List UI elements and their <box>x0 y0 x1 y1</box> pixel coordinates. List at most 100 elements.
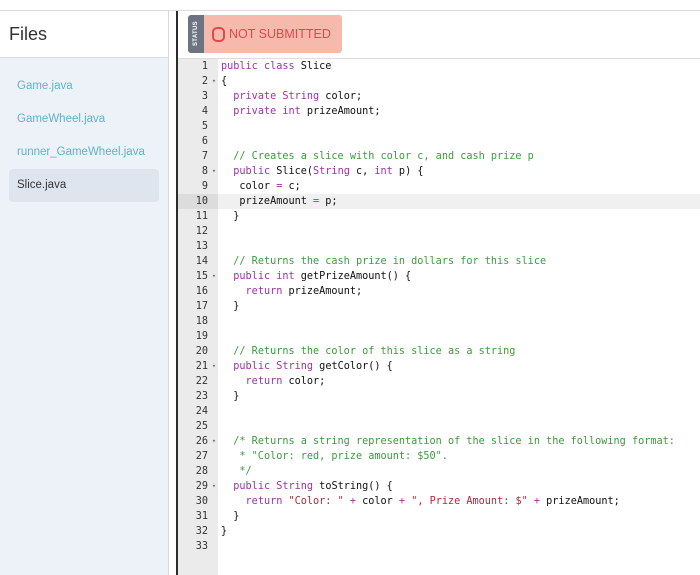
code-token: } <box>221 526 228 537</box>
code-line[interactable]: 18 <box>178 314 700 329</box>
code-token: * "Color: red, prize amount: $50". <box>239 451 448 462</box>
code-line[interactable]: 1 public class Slice <box>178 59 700 74</box>
code-token: int <box>374 166 393 177</box>
code-line[interactable]: 33 <box>178 539 700 554</box>
fold-arrow-icon[interactable]: ▾ <box>210 359 218 374</box>
code-line[interactable]: 30 return "Color: " + color + ", Prize A… <box>178 494 700 509</box>
status-value-container: NOT SUBMITTED <box>204 15 342 53</box>
code-token: color <box>355 496 399 507</box>
code-line[interactable]: 9 color = c; <box>178 179 700 194</box>
code-line[interactable]: 24 <box>178 404 700 419</box>
code-editor[interactable]: 1 public class Slice 2 ▾{3 private String c… <box>178 59 700 575</box>
code-token: public <box>233 361 271 372</box>
line-number: 12 <box>195 226 208 237</box>
code-line[interactable]: 28 */ <box>178 464 700 479</box>
code-token: String <box>276 361 314 372</box>
line-number: 16 <box>195 286 208 297</box>
code-line[interactable]: 5 <box>178 119 700 134</box>
fold-arrow-icon[interactable]: ▾ <box>210 164 218 179</box>
file-item[interactable]: runner_GameWheel.java <box>9 136 159 169</box>
code-token: class <box>263 61 295 72</box>
code-text: public String toString() { <box>221 479 393 494</box>
code-token: return <box>245 496 283 507</box>
code-text: public String getColor() { <box>221 359 393 374</box>
code-line[interactable]: 13 <box>178 239 700 254</box>
line-number: 13 <box>195 241 208 252</box>
fold-arrow-icon[interactable]: ▾ <box>210 269 218 284</box>
code-line[interactable]: 27 * "Color: red, prize amount: $50". <box>178 449 700 464</box>
code-line[interactable]: 31 } <box>178 509 700 524</box>
fold-arrow-icon[interactable]: ▾ <box>210 74 218 89</box>
code-line[interactable]: 11 } <box>178 209 700 224</box>
code-token: /* Returns a string representation of th… <box>233 436 675 447</box>
code-line[interactable]: 32} <box>178 524 700 539</box>
code-token: String <box>282 91 320 102</box>
code-line[interactable]: 8 ▾ public Slice(String c, int p) { <box>178 164 700 179</box>
line-number: 6 <box>201 136 208 147</box>
code-line[interactable]: 14 // Returns the cash prize in dollars … <box>178 254 700 269</box>
code-line[interactable]: 15 ▾ public int getPrizeAmount() { <box>178 269 700 284</box>
code-token: String <box>276 481 314 492</box>
files-sidebar: Files Game.java GameWheel.java runner_Game… <box>0 11 169 575</box>
code-line[interactable]: 16 return prizeAmount; <box>178 284 700 299</box>
file-item[interactable]: Game.java <box>9 70 159 103</box>
code-line[interactable]: 19 <box>178 329 700 344</box>
code-token: int <box>282 106 301 117</box>
file-item[interactable]: GameWheel.java <box>9 103 159 136</box>
code-text: return "Color: " + color + ", Prize Amou… <box>221 494 620 509</box>
code-line[interactable]: 23 } <box>178 389 700 404</box>
code-token: prizeAmount; <box>540 496 620 507</box>
code-token: public <box>233 271 271 282</box>
fold-arrow-icon[interactable]: ▾ <box>210 434 218 449</box>
code-line[interactable]: 29 ▾ public String toString() { <box>178 479 700 494</box>
line-number: 31 <box>195 511 208 522</box>
line-number: 1 <box>201 61 208 72</box>
line-number: 25 <box>195 421 208 432</box>
code-token: c; <box>282 181 301 192</box>
circle-icon <box>212 26 225 42</box>
code-line[interactable]: 22 return color; <box>178 374 700 389</box>
code-line[interactable]: 17 } <box>178 299 700 314</box>
code-line[interactable]: 12 <box>178 224 700 239</box>
status-value: NOT SUBMITTED <box>229 27 331 41</box>
code-text: // Returns the cash prize in dollars for… <box>221 254 546 269</box>
code-line[interactable]: 10 prizeAmount = p; <box>178 194 700 209</box>
line-number: 9 <box>201 181 208 192</box>
code-text: prizeAmount = p; <box>221 194 337 209</box>
code-token: public <box>233 481 271 492</box>
fold-arrow-icon[interactable]: ▾ <box>210 479 218 494</box>
code-token: p) { <box>392 166 424 177</box>
code-token: private <box>233 106 277 117</box>
code-line[interactable]: 26 ▾ /* Returns a string representation o… <box>178 434 700 449</box>
code-line[interactable]: 21 ▾ public String getColor() { <box>178 359 700 374</box>
file-item[interactable]: Slice.java <box>9 169 159 202</box>
code-line[interactable]: 7 // Creates a slice with color c, and c… <box>178 149 700 164</box>
code-token: c, <box>349 166 375 177</box>
code-token: color <box>221 181 277 192</box>
code-line[interactable]: 3 private String color; <box>178 89 700 104</box>
code-token: prizeAmount; <box>282 286 363 297</box>
code-text: } <box>221 509 239 524</box>
code-text: public int getPrizeAmount() { <box>221 269 411 284</box>
line-number: 22 <box>195 376 208 387</box>
status-label: STATUS <box>188 15 204 53</box>
code-token: return <box>245 286 283 297</box>
code-token: private <box>233 91 277 102</box>
code-line[interactable]: 6 <box>178 134 700 149</box>
code-line[interactable]: 25 <box>178 419 700 434</box>
code-text: } <box>221 389 239 404</box>
code-line[interactable]: 4 private int prizeAmount; <box>178 104 700 119</box>
code-line[interactable]: 20 // Returns the color of this slice as… <box>178 344 700 359</box>
code-line[interactable]: 2 ▾{ <box>178 74 700 89</box>
code-token: { <box>221 76 228 87</box>
code-token: } <box>221 391 240 402</box>
code-lines: 1 public class Slice 2 ▾{3 private String c… <box>178 59 700 554</box>
line-number: 7 <box>201 151 208 162</box>
